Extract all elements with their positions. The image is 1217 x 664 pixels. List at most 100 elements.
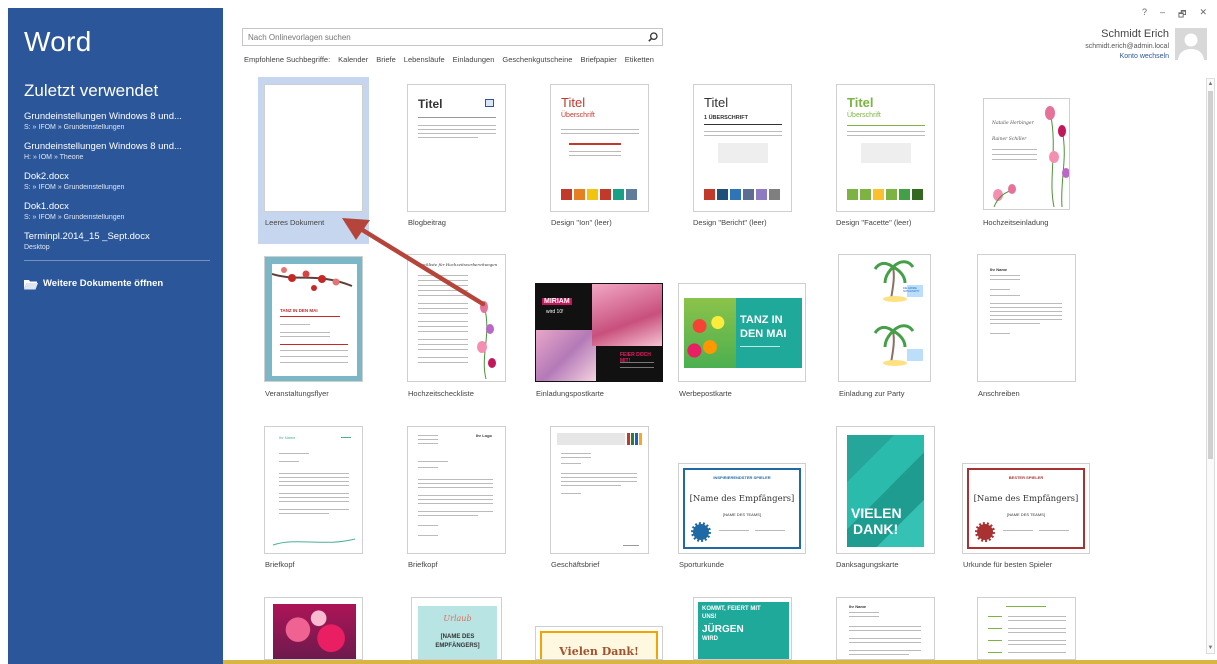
template-thumbnail: Checkliste für Hochzeitsvorbereitungen <box>407 254 506 382</box>
thumb-title: Titel <box>561 95 586 110</box>
minimize-button[interactable]: – <box>1160 7 1165 23</box>
thumb-line: TANZ IN DEN MAI <box>280 308 318 313</box>
template-caption: Anschreiben <box>978 389 1020 398</box>
thumb-line: Vielen Dank! <box>559 645 639 658</box>
switch-account-link[interactable]: Konto wechseln <box>1085 53 1169 60</box>
template-caption: Hochzeitscheckliste <box>408 389 474 398</box>
template-thumbnail: Natalie Herbinger Rainer Schiller <box>983 98 1070 210</box>
flower-photo <box>273 604 356 659</box>
thumb-line: Ihr Name <box>990 267 1008 272</box>
thumb-line: DEN MAI <box>740 328 787 340</box>
suggestion-link[interactable]: Etiketten <box>625 55 654 64</box>
recent-item[interactable]: Dok1.docx S: » IFOM » Grundeinstellungen <box>24 201 214 231</box>
medal-seal-icon <box>691 522 711 542</box>
thumb-line: wird 10! <box>546 309 564 315</box>
scroll-up-icon[interactable]: ▲ <box>1207 79 1214 89</box>
thumb-line: INSPIRIERENDSTER SPIELER <box>713 475 771 480</box>
thumb-title: Titel <box>847 95 874 110</box>
suggestion-link[interactable]: Einladungen <box>453 55 495 64</box>
suggestion-link[interactable]: Lebensläufe <box>404 55 445 64</box>
recent-item-path: S: » IFOM » Grundeinstellungen <box>24 184 125 191</box>
recent-item-name: Dok1.docx <box>24 201 69 212</box>
thumb-line: [Name des Empfängers] <box>689 494 795 504</box>
template-thumbnail <box>264 597 363 660</box>
thumb-line: Ihr Name <box>849 604 867 609</box>
recent-item-path: S: » IFOM » Grundeinstellungen <box>24 124 125 131</box>
tulip-photo <box>684 298 736 368</box>
recent-item-path: S: » IFOM » Grundeinstellungen <box>24 214 125 221</box>
thumb-line: [Name des Empfängers] <box>973 494 1079 504</box>
thumb-line: Ihr Name <box>279 435 296 440</box>
template-thumbnail: Titel <box>407 84 506 212</box>
folder-open-icon <box>24 279 38 289</box>
open-more-documents-button[interactable]: Weitere Dokumente öffnen <box>24 278 163 289</box>
suggestion-link[interactable]: Briefpapier <box>580 55 616 64</box>
close-button[interactable]: ✕ <box>1199 7 1207 23</box>
color-swatches <box>847 189 923 200</box>
recent-item[interactable]: Grundeinstellungen Windows 8 und... S: » … <box>24 111 214 141</box>
template-caption: Geschäftsbrief <box>551 560 600 569</box>
template-caption: Urkunde für besten Spieler <box>963 560 1053 569</box>
thumb-title: Titel <box>418 97 443 111</box>
template-thumbnail: DIE GROßE SCHULPARTY <box>838 254 931 382</box>
photo-girl <box>592 284 662 346</box>
thumb-line: KOMMT, FEIERT MIT <box>702 606 761 612</box>
template-thumbnail <box>550 426 649 554</box>
suggested-searches: Empfohlene Suchbegriffe: Kalender Briefe… <box>244 55 654 64</box>
thumb-line: JÜRGEN <box>702 624 744 635</box>
search-input[interactable] <box>243 29 644 45</box>
palm-tree-illustration <box>873 260 923 366</box>
recent-item-path: Desktop <box>24 244 50 251</box>
scroll-down-icon[interactable]: ▼ <box>1207 643 1214 653</box>
bottom-accent-bar <box>223 660 1217 664</box>
template-caption: Veranstaltungsflyer <box>265 389 329 398</box>
template-thumbnail: TANZ IN DEN MAI <box>264 256 363 382</box>
thumb-subtitle: Überschrift <box>847 112 881 119</box>
template-search-box <box>242 28 663 46</box>
vertical-scrollbar[interactable]: ▲ ▼ <box>1206 78 1215 654</box>
help-button[interactable]: ? <box>1142 7 1147 23</box>
recent-item-name: Grundeinstellungen Windows 8 und... <box>24 111 182 122</box>
template-thumbnail: Ihr Name <box>264 426 363 554</box>
restore-button[interactable]: 🗗 <box>1178 7 1186 23</box>
account-name: Schmidt Erich <box>1101 28 1169 40</box>
recent-item-name: Terminpl.2014_15 _Sept.docx <box>24 231 150 242</box>
template-caption: Einladungspostkarte <box>536 389 604 398</box>
suggestion-link[interactable]: Briefe <box>376 55 396 64</box>
thumb-line: Urlaub <box>443 614 472 623</box>
template-caption: Briefkopf <box>265 560 295 569</box>
recent-item[interactable]: Terminpl.2014_15 _Sept.docx Desktop <box>24 231 214 261</box>
thumb-line: [NAME DES <box>440 634 475 640</box>
template-thumbnail: Titel Überschrift <box>550 84 649 212</box>
recent-item-name: Dok2.docx <box>24 171 69 182</box>
template-caption: Briefkopf <box>408 560 438 569</box>
suggestion-link[interactable]: Kalender <box>338 55 368 64</box>
flower-illustration <box>477 301 496 380</box>
template-caption: Design "Facette" (leer) <box>836 218 912 227</box>
search-icon[interactable] <box>644 29 662 45</box>
window-controls: ? – 🗗 ✕ <box>1142 7 1207 23</box>
account-info: Schmidt Erich schmidt.erich@admin.local … <box>1085 28 1169 60</box>
template-thumbnail: Titel Überschrift <box>836 84 935 212</box>
medal-seal-icon <box>975 522 995 542</box>
thumb-line: WIRD <box>702 636 718 642</box>
avatar[interactable] <box>1175 28 1207 60</box>
thumb-line: Ihr Logo <box>476 433 492 438</box>
suggested-searches-label: Empfohlene Suchbegriffe: <box>244 55 331 64</box>
template-caption: Design "Ion" (leer) <box>551 218 612 227</box>
template-thumbnail: Titel 1 ÜBERSCHRIFT <box>693 84 792 212</box>
template-thumbnail: Vielen Dank! <box>535 626 663 660</box>
recent-item[interactable]: Dok2.docx S: » IFOM » Grundeinstellungen <box>24 171 214 201</box>
flower-illustration <box>993 106 1069 208</box>
thumb-line: VIELEN <box>851 505 902 521</box>
thumb-line: EMPFÄNGERS] <box>435 643 480 649</box>
template-caption: Sporturkunde <box>679 560 725 569</box>
template-thumbnail <box>977 597 1076 660</box>
scrollbar-thumb[interactable] <box>1208 91 1213 459</box>
template-caption: Leeres Dokument <box>265 218 325 227</box>
suggestion-link[interactable]: Geschenkgutscheine <box>502 55 572 64</box>
template-caption: Einladung zur Party <box>839 389 905 398</box>
account-email: schmidt.erich@admin.local <box>1085 43 1169 50</box>
thumb-subtitle: Überschrift <box>561 112 595 119</box>
recent-item[interactable]: Grundeinstellungen Windows 8 und... H: » … <box>24 141 214 171</box>
